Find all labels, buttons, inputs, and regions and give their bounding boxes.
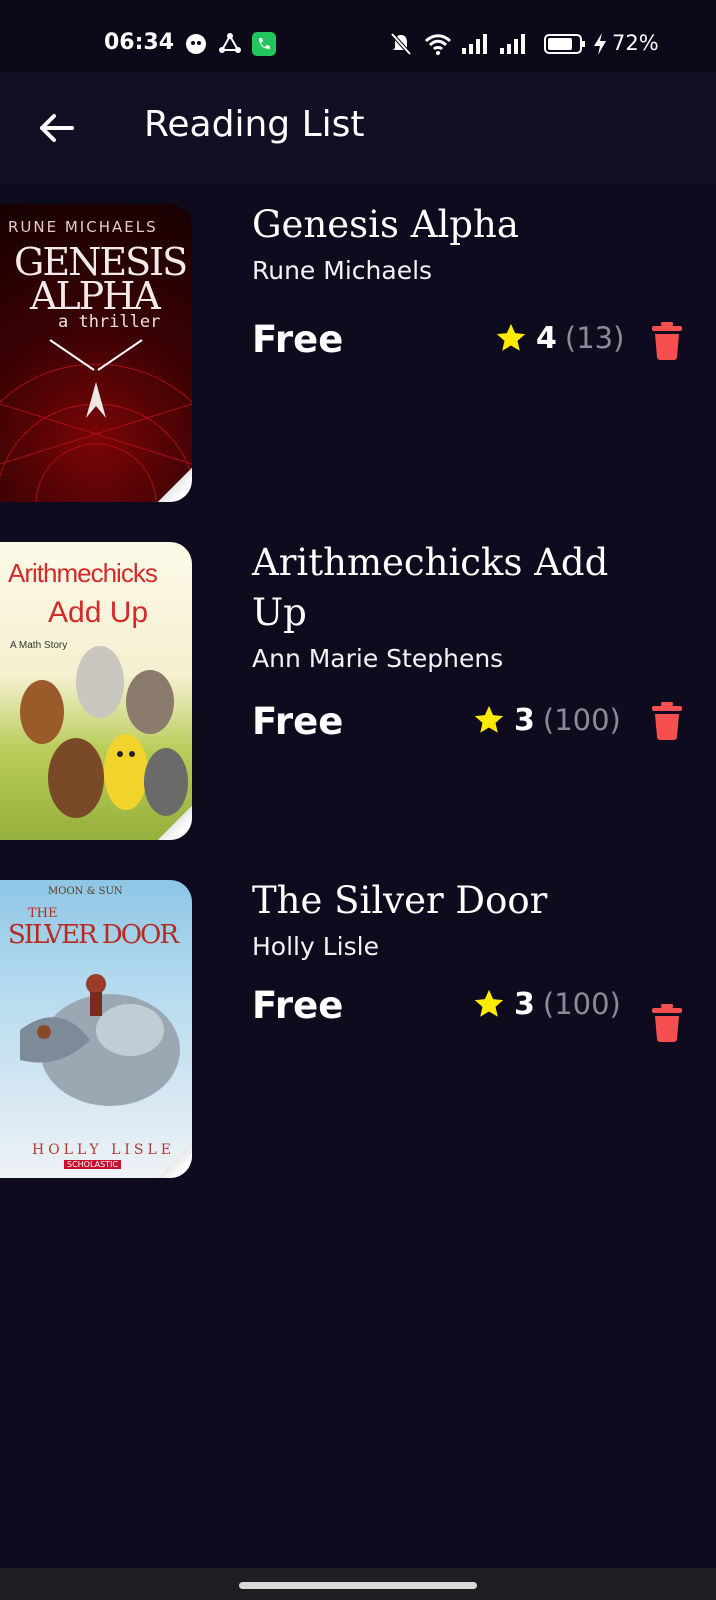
page-title: Reading List <box>144 104 365 145</box>
arrow-left-icon <box>40 114 74 142</box>
back-button[interactable] <box>34 106 78 150</box>
book-author: Rune Michaels <box>252 256 433 285</box>
page-curl <box>158 806 192 840</box>
book-rating: 3 (100) <box>472 984 621 1024</box>
book-cover[interactable]: MOON & SUN THE SILVER DOOR HOLLY LISLE S… <box>0 880 192 1178</box>
battery-percentage: 72% <box>612 31 659 55</box>
rating-count: (100) <box>542 703 621 737</box>
rating-count: (100) <box>542 987 621 1021</box>
star-icon <box>474 705 504 733</box>
page-curl <box>158 1144 192 1178</box>
cover-title-line2: Add Up <box>48 596 149 629</box>
book-author: Holly Lisle <box>252 932 379 961</box>
status-bar: 06:34 72% <box>0 0 716 72</box>
phone-call-icon <box>252 32 276 56</box>
star-icon <box>496 323 526 351</box>
cover-title-line2: SILVER DOOR <box>8 920 179 950</box>
cover-author-text: HOLLY LISLE <box>32 1142 176 1158</box>
signal-icon-2 <box>500 34 525 54</box>
rating-count: (13) <box>564 321 625 355</box>
mute-icon <box>390 32 412 56</box>
cover-tagline: a thriller <box>58 312 161 332</box>
cover-title-line1: THE <box>28 906 58 921</box>
book-price: Free <box>252 984 344 1027</box>
book-title[interactable]: Arithmechicks Add Up <box>252 538 612 638</box>
book-title[interactable]: The Silver Door <box>252 876 612 926</box>
rating-value: 3 <box>514 986 535 1022</box>
cover-author-text: RUNE MICHAELS <box>8 218 158 236</box>
book-title[interactable]: Genesis Alpha <box>252 200 612 250</box>
book-author: Ann Marie Stephens <box>252 644 504 673</box>
page-curl <box>158 468 192 502</box>
book-cover[interactable]: RUNE MICHAELS GENESIS ALPHA a thriller <box>0 204 192 502</box>
delete-icon[interactable] <box>652 1004 682 1042</box>
status-time: 06:34 <box>104 30 175 55</box>
gesture-handle[interactable] <box>239 1582 477 1589</box>
delete-icon[interactable] <box>652 702 682 740</box>
cover-title-line1: Arithmechicks <box>8 558 158 588</box>
book-list-item[interactable]: Arithmechicks Add Up A Math Story Arithm… <box>0 541 716 842</box>
cover-series: MOON & SUN <box>48 886 123 897</box>
cover-publisher: SCHOLASTIC <box>64 1160 121 1169</box>
book-price: Free <box>252 318 344 361</box>
book-price: Free <box>252 700 344 743</box>
navigation-bar <box>0 1568 716 1600</box>
star-icon <box>474 989 504 1017</box>
signal-icon-1 <box>462 34 487 54</box>
delete-icon[interactable] <box>652 322 682 360</box>
battery-icon <box>544 34 585 54</box>
cover-tagline: A Math Story <box>10 640 68 651</box>
book-list-item[interactable]: RUNE MICHAELS GENESIS ALPHA a thriller G… <box>0 203 716 504</box>
notification-app-icon <box>186 34 206 54</box>
sync-icon <box>219 33 241 53</box>
app-bar: Reading List <box>0 72 716 184</box>
book-rating: 3 (100) <box>472 700 621 740</box>
book-cover[interactable]: Arithmechicks Add Up A Math Story <box>0 542 192 840</box>
book-rating: 4 (13) <box>494 318 624 358</box>
rating-value: 3 <box>514 702 535 738</box>
wifi-icon <box>424 34 452 55</box>
book-list-item[interactable]: MOON & SUN THE SILVER DOOR HOLLY LISLE S… <box>0 879 716 1180</box>
rating-value: 4 <box>536 320 557 356</box>
charging-icon <box>594 33 606 55</box>
